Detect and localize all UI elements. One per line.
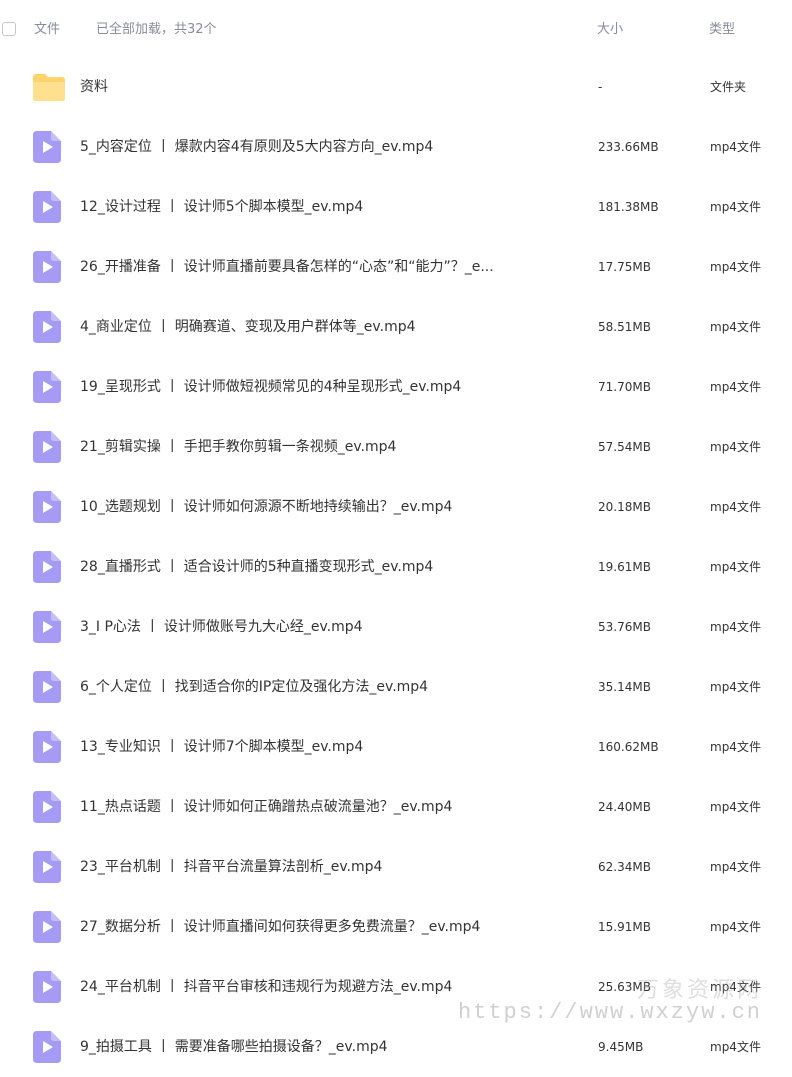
file-name[interactable]: 12_设计过程 丨 设计师5个脚本模型_ev.mp4 [80,198,550,216]
file-row[interactable]: 27_数据分析 丨 设计师直播间如何获得更多免费流量？_ev.mp4 15.91M… [0,897,792,957]
file-name[interactable]: 28_直播形式 丨 适合设计师的5种直播变现形式_ev.mp4 [80,558,550,576]
file-type: mp4文件 [710,560,761,574]
file-size: 57.54MB [598,440,651,454]
file-row[interactable]: 9_拍摄工具 丨 需要准备哪些拍摄设备？_ev.mp4 9.45MB mp4文件 [0,1017,792,1077]
video-file-icon [33,1031,61,1063]
file-row[interactable]: 10_选题规划 丨 设计师如何源源不断地持续输出？_ev.mp4 20.18MB m… [0,477,792,537]
column-header-type[interactable]: 类型 [709,22,735,38]
file-row[interactable]: 5_内容定位 丨 爆款内容4有原则及5大内容方向_ev.mp4 233.66MB m… [0,117,792,177]
file-size: 53.76MB [598,620,651,634]
file-type: mp4文件 [710,740,761,754]
file-row[interactable]: 资料 - 文件夹 [0,57,792,117]
file-name[interactable]: 11_热点话题 丨 设计师如何正确蹭热点破流量池？_ev.mp4 [80,798,550,816]
file-size: 35.14MB [598,680,651,694]
file-type: mp4文件 [710,920,761,934]
file-name[interactable]: 23_平台机制 丨 抖音平台流量算法剖析_ev.mp4 [80,858,550,876]
file-row[interactable]: 26_开播准备 丨 设计师直播前要具备怎样的“心态”和“能力”？_e... 17.… [0,237,792,297]
file-size: 24.40MB [598,800,651,814]
file-list-header: 文件 已全部加载，共32个 大小 类型 [0,0,792,60]
file-name[interactable]: 13_专业知识 丨 设计师7个脚本模型_ev.mp4 [80,738,550,756]
file-type: mp4文件 [710,260,761,274]
file-row[interactable]: 21_剪辑实操 丨 手把手教你剪辑一条视频_ev.mp4 57.54MB mp4文件 [0,417,792,477]
file-name[interactable]: 3_I P心法 丨 设计师做账号九大心经_ev.mp4 [80,618,550,636]
video-file-icon [33,131,61,163]
file-size: 17.75MB [598,260,651,274]
video-file-icon [33,791,61,823]
file-name[interactable]: 4_商业定位 丨 明确赛道、变现及用户群体等_ev.mp4 [80,318,550,336]
folder-icon [33,71,65,103]
video-file-icon [33,731,61,763]
file-row[interactable]: 6_个人定位 丨 找到适合你的IP定位及强化方法_ev.mp4 35.14MB mp… [0,657,792,717]
file-type: mp4文件 [710,620,761,634]
file-row[interactable]: 28_直播形式 丨 适合设计师的5种直播变现形式_ev.mp4 19.61MB mp… [0,537,792,597]
file-name[interactable]: 5_内容定位 丨 爆款内容4有原则及5大内容方向_ev.mp4 [80,138,550,156]
file-type: mp4文件 [710,500,761,514]
file-size: 160.62MB [598,740,659,754]
file-type: mp4文件 [710,140,761,154]
watermark-url: https://www.wxzyw.cn [457,1000,762,1025]
video-file-icon [33,911,61,943]
video-file-icon [33,611,61,643]
video-file-icon [33,491,61,523]
video-file-icon [33,191,61,223]
file-name[interactable]: 10_选题规划 丨 设计师如何源源不断地持续输出？_ev.mp4 [80,498,550,516]
file-name[interactable]: 19_呈现形式 丨 设计师做短视频常见的4种呈现形式_ev.mp4 [80,378,550,396]
file-name[interactable]: 27_数据分析 丨 设计师直播间如何获得更多免费流量？_ev.mp4 [80,918,550,936]
file-size: 58.51MB [598,320,651,334]
file-name[interactable]: 6_个人定位 丨 找到适合你的IP定位及强化方法_ev.mp4 [80,678,550,696]
file-size: 9.45MB [598,1040,644,1054]
file-size: 15.91MB [598,920,651,934]
file-type: 文件夹 [710,80,747,94]
file-type: mp4文件 [710,380,761,394]
select-all-checkbox[interactable] [2,22,16,36]
file-size: 20.18MB [598,500,651,514]
file-type: mp4文件 [710,200,761,214]
file-type: mp4文件 [710,800,761,814]
video-file-icon [33,251,61,283]
video-file-icon [33,371,61,403]
file-type: mp4文件 [710,1040,761,1054]
column-header-file[interactable]: 文件 [34,22,60,38]
video-file-icon [33,311,61,343]
file-size: 62.34MB [598,860,651,874]
file-size: 71.70MB [598,380,651,394]
video-file-icon [33,851,61,883]
file-type: mp4文件 [710,860,761,874]
file-size: 19.61MB [598,560,651,574]
file-row[interactable]: 4_商业定位 丨 明确赛道、变现及用户群体等_ev.mp4 58.51MB mp4文… [0,297,792,357]
file-row[interactable]: 13_专业知识 丨 设计师7个脚本模型_ev.mp4 160.62MB mp4文件 [0,717,792,777]
file-row[interactable]: 3_I P心法 丨 设计师做账号九大心经_ev.mp4 53.76MB mp4文件 [0,597,792,657]
file-name[interactable]: 9_拍摄工具 丨 需要准备哪些拍摄设备？_ev.mp4 [80,1038,550,1056]
file-size: 181.38MB [598,200,659,214]
file-type: mp4文件 [710,320,761,334]
video-file-icon [33,671,61,703]
file-name[interactable]: 24_平台机制 丨 抖音平台审核和违规行为规避方法_ev.mp4 [80,978,550,996]
file-type: mp4文件 [710,440,761,454]
file-name[interactable]: 21_剪辑实操 丨 手把手教你剪辑一条视频_ev.mp4 [80,438,550,456]
video-file-icon [33,551,61,583]
file-row[interactable]: 12_设计过程 丨 设计师5个脚本模型_ev.mp4 181.38MB mp4文件 [0,177,792,237]
file-size: - [598,80,603,94]
file-size: 233.66MB [598,140,659,154]
file-name[interactable]: 资料 [80,78,550,96]
video-file-icon [33,431,61,463]
file-list: 资料 - 文件夹 5_内容定位 丨 爆款内容4有原则及5大内容方向_ev.mp4 233… [0,57,792,1077]
file-row[interactable]: 11_热点话题 丨 设计师如何正确蹭热点破流量池？_ev.mp4 24.40MB m… [0,777,792,837]
video-file-icon [33,971,61,1003]
file-row[interactable]: 23_平台机制 丨 抖音平台流量算法剖析_ev.mp4 62.34MB mp4文件 [0,837,792,897]
file-row[interactable]: 19_呈现形式 丨 设计师做短视频常见的4种呈现形式_ev.mp4 71.70MB… [0,357,792,417]
file-name[interactable]: 26_开播准备 丨 设计师直播前要具备怎样的“心态”和“能力”？_e... [80,258,550,276]
load-status-text: 已全部加载，共32个 [96,22,217,37]
column-header-size[interactable]: 大小 [597,22,623,38]
file-type: mp4文件 [710,680,761,694]
